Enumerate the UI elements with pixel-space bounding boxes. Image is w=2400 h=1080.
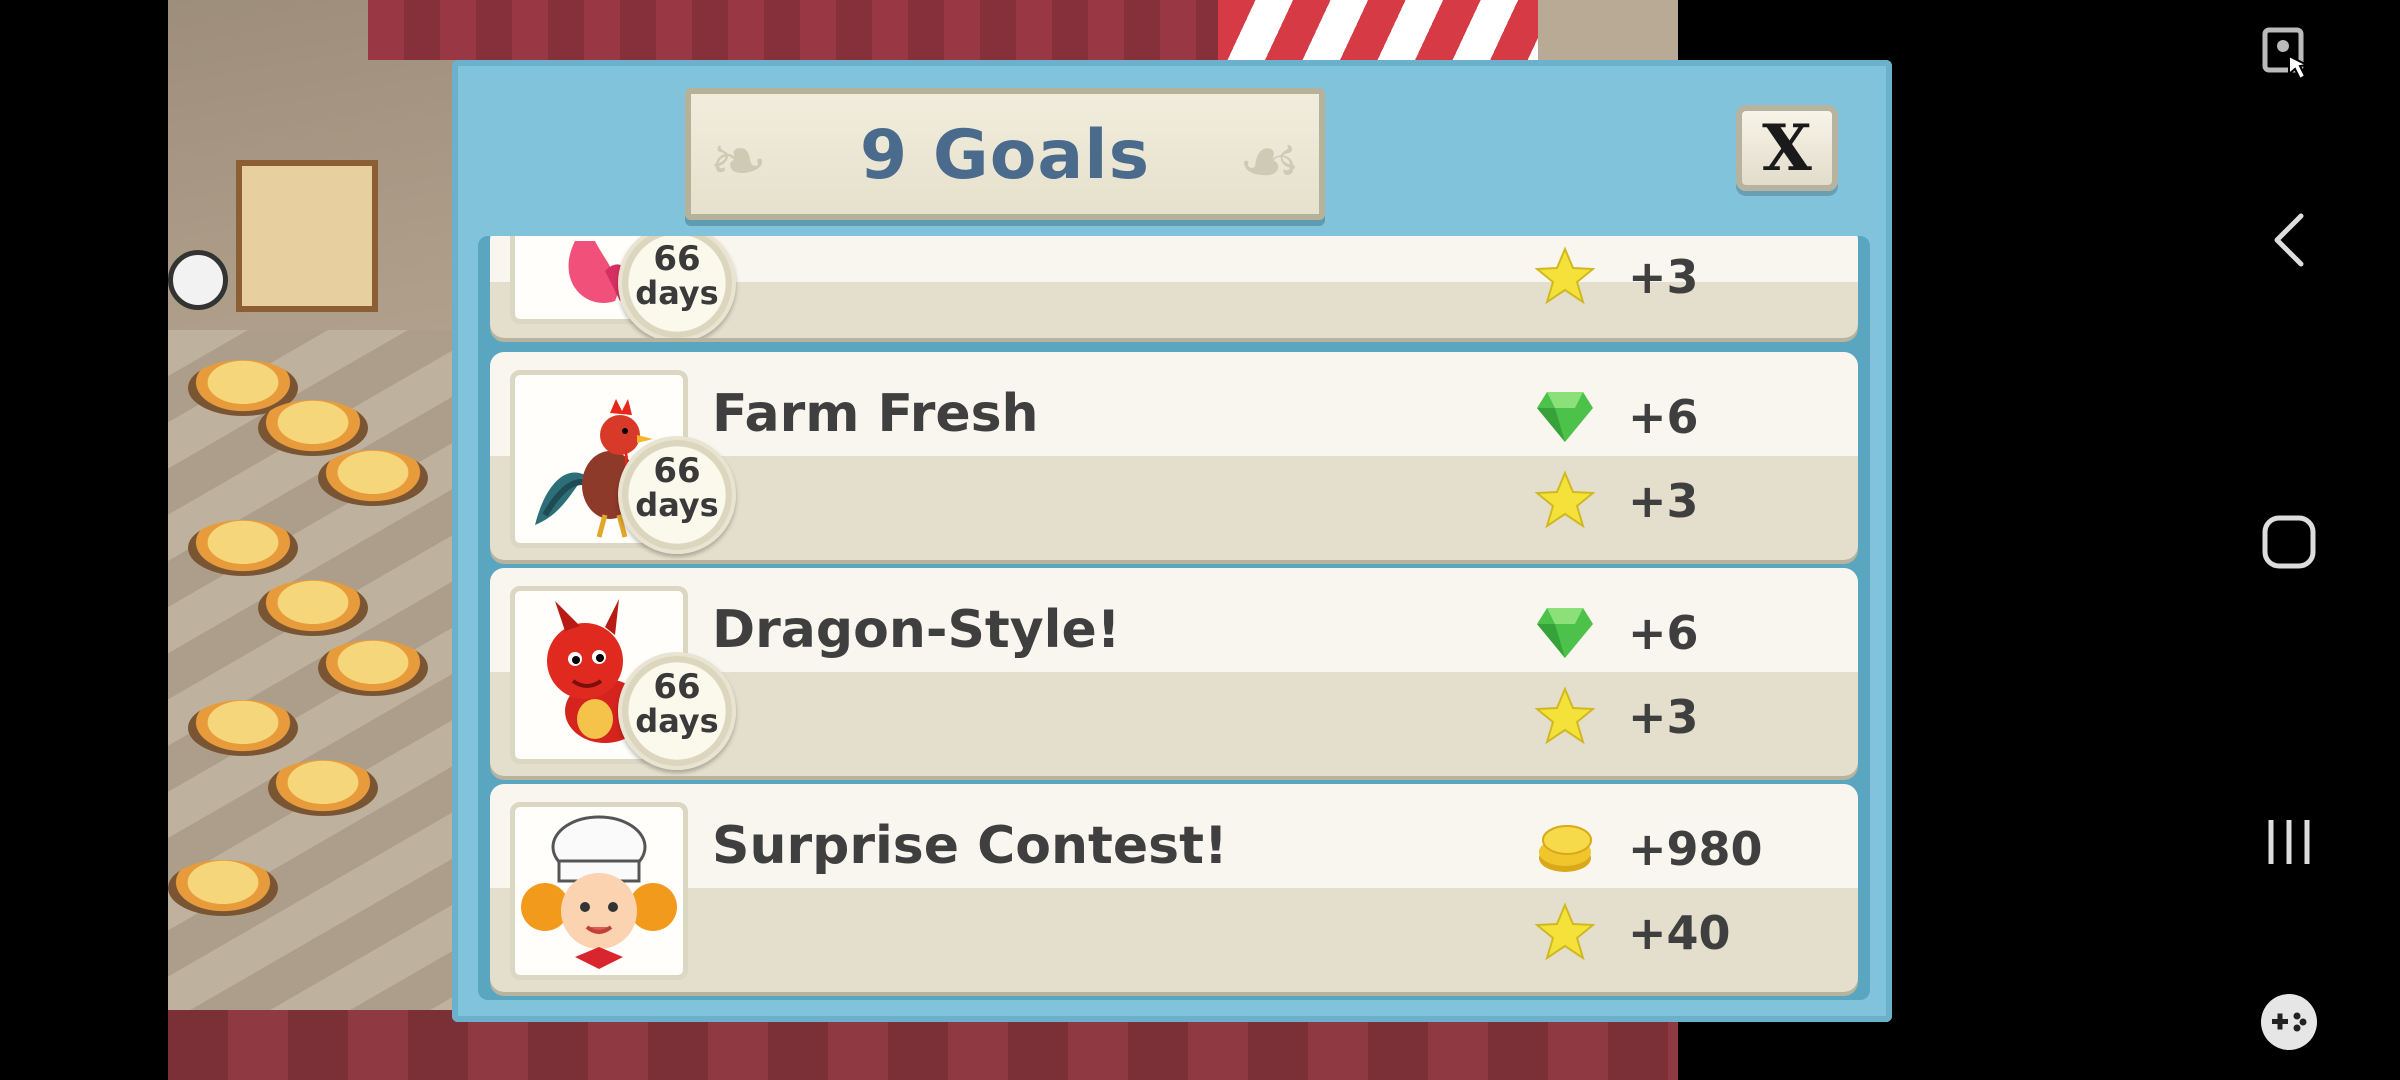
goal-title: Surprise Contest!: [712, 816, 1228, 876]
wall-clock-decoration: [168, 250, 228, 310]
reward-star-value: +3: [1628, 474, 1699, 528]
table: [318, 640, 428, 696]
timer-unit: days: [635, 486, 719, 524]
reward-gem-value: +6: [1628, 606, 1699, 660]
goal-title: Dragon-Style!: [712, 600, 1121, 660]
back-button[interactable]: [2178, 212, 2400, 268]
reward-star-value: +40: [1628, 906, 1731, 960]
home-button[interactable]: [2178, 514, 2400, 570]
recents-button[interactable]: [2178, 816, 2400, 868]
goals-dialog: ❧ 9 Goals ☙ X 66 days +3 66 days Farm Fr…: [452, 60, 1892, 1022]
timer-value: 66: [653, 451, 701, 491]
timer-value: 66: [653, 239, 701, 279]
rooftop-tiles: [368, 0, 1268, 60]
timer-value: 66: [653, 667, 701, 707]
title-plate: ❧ 9 Goals ☙: [685, 88, 1325, 220]
star-icon: [1535, 686, 1595, 745]
table: [258, 400, 368, 456]
timer-badge: 66 days: [618, 652, 736, 770]
reward-star-value: +3: [1628, 690, 1699, 744]
reward-star-value: +3: [1628, 250, 1699, 304]
timer-unit: days: [635, 702, 719, 740]
goal-list[interactable]: 66 days +3 66 days Farm Fresh +6 +3 66 d…: [478, 236, 1870, 1000]
table: [168, 860, 278, 916]
reward-gem-value: +6: [1628, 390, 1699, 444]
game-tools-button[interactable]: [2178, 992, 2400, 1052]
goal-thumbnail: [510, 802, 688, 980]
android-nav-bar: [2178, 0, 2400, 1080]
coins-icon: [1539, 825, 1592, 872]
table: [318, 450, 428, 506]
goal-card[interactable]: 66 days +3: [490, 236, 1858, 338]
recents-icon: [2268, 820, 2310, 864]
close-button[interactable]: X: [1736, 105, 1838, 191]
striped-awning: [1218, 0, 1538, 60]
chef-girl-icon: [521, 815, 677, 969]
back-icon: [2274, 213, 2304, 267]
dialog-title: 9 Goals: [859, 116, 1151, 195]
table: [258, 580, 368, 636]
reward-coin-value: +980: [1628, 822, 1763, 876]
goal-card[interactable]: Surprise Contest! +980 +40: [490, 784, 1858, 992]
goal-card[interactable]: 66 days Farm Fresh +6 +3: [490, 352, 1858, 560]
scroll-ornament-icon: ☙: [1238, 120, 1301, 202]
star-icon: [1535, 246, 1595, 305]
home-icon: [2262, 515, 2316, 569]
table: [268, 760, 378, 816]
timer-badge: 66 days: [618, 436, 736, 554]
table: [188, 700, 298, 756]
menu-board: [236, 160, 378, 312]
game-tools-icon: [2261, 994, 2317, 1050]
goal-title: Farm Fresh: [712, 384, 1039, 444]
table: [188, 520, 298, 576]
timer-badge: 66 days: [618, 236, 736, 338]
screenshot-edit-button[interactable]: [2178, 26, 2400, 90]
star-icon: [1535, 902, 1595, 961]
gem-icon: [1537, 392, 1593, 442]
gem-icon: [1537, 608, 1593, 658]
timer-unit: days: [635, 274, 719, 312]
goal-card[interactable]: 66 days Dragon-Style! +6 +3: [490, 568, 1858, 776]
star-icon: [1535, 470, 1595, 529]
screenshot-edit-icon: [2262, 27, 2311, 81]
